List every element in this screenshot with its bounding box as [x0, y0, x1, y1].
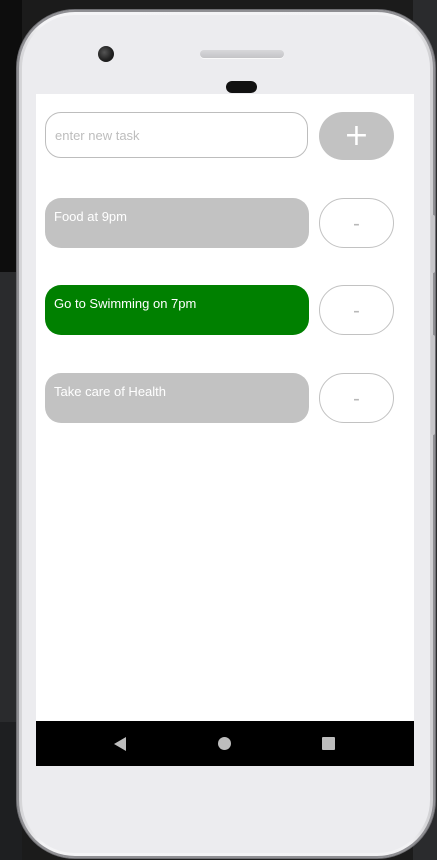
add-task-button[interactable]: + [319, 112, 394, 160]
remove-task-button[interactable]: - [319, 198, 394, 248]
app-screen: + Food at 9pm - Go to Swimming on 7pm - … [36, 94, 414, 766]
remove-task-button[interactable]: - [319, 373, 394, 423]
task-item[interactable]: Food at 9pm [45, 198, 309, 248]
new-task-input[interactable] [45, 112, 308, 158]
power-button [431, 335, 435, 435]
front-camera [98, 46, 114, 62]
task-row: Take care of Health - [45, 373, 394, 423]
task-row: Go to Swimming on 7pm - [45, 285, 394, 335]
todo-content: + Food at 9pm - Go to Swimming on 7pm - … [36, 94, 414, 721]
task-item[interactable]: Go to Swimming on 7pm [45, 285, 309, 335]
volume-button [431, 215, 435, 273]
proximity-sensor [226, 81, 257, 93]
task-row: Food at 9pm - [45, 198, 394, 248]
task-item[interactable]: Take care of Health [45, 373, 309, 423]
android-navigation-bar [36, 721, 414, 766]
remove-task-button[interactable]: - [319, 285, 394, 335]
recents-icon[interactable] [322, 737, 335, 750]
back-icon[interactable] [114, 737, 126, 751]
earpiece-speaker [200, 50, 284, 58]
home-icon[interactable] [218, 737, 231, 750]
